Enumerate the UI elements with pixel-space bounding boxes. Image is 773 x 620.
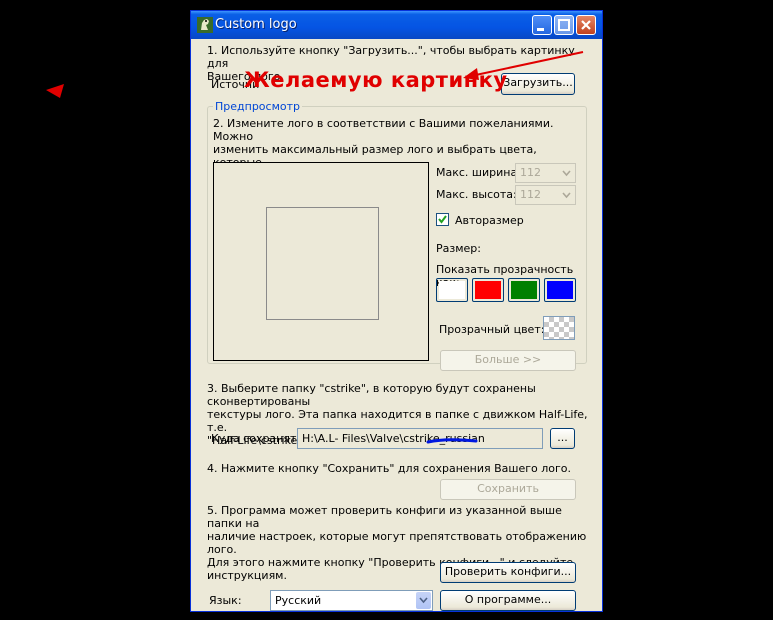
autosize-label: Авторазмер	[455, 214, 524, 227]
max-height-value: 112	[520, 188, 541, 201]
language-value: Русский	[275, 594, 322, 607]
size-label: Размер:	[436, 242, 481, 255]
preview-group-title: Предпросмотр	[213, 100, 302, 113]
annotation-arrow-icon	[463, 51, 584, 80]
logo-preview-area	[213, 162, 429, 361]
blue-scribble-annotation	[426, 438, 478, 444]
about-button[interactable]: О программе...	[440, 590, 576, 611]
max-width-select[interactable]: 112	[515, 163, 576, 183]
max-height-label: Макс. высота:	[436, 188, 517, 201]
transparent-color-checker-icon[interactable]	[543, 316, 575, 340]
swatch-fill	[439, 281, 465, 299]
save-path-field[interactable]: H:\A.L- Files\Valve\cstrike_russian	[297, 428, 543, 449]
more-button[interactable]: Больше >>	[440, 350, 576, 371]
transparency-swatch-blue[interactable]	[544, 278, 576, 302]
chevron-down-icon	[562, 192, 571, 199]
transparency-swatch-white[interactable]	[436, 278, 468, 302]
max-height-dropdown-arrow[interactable]	[559, 187, 574, 203]
max-width-label: Макс. ширина:	[436, 166, 521, 179]
max-width-value: 112	[520, 166, 541, 179]
maximize-icon	[558, 19, 570, 31]
check-configs-button[interactable]: Проверить конфиги...	[440, 562, 576, 583]
maximize-button[interactable]	[554, 15, 574, 35]
step4-instructions: 4. Нажмите кнопку "Сохранить" для сохран…	[207, 462, 571, 475]
transparency-swatch-red[interactable]	[472, 278, 504, 302]
save-button[interactable]: Сохранить	[440, 479, 576, 500]
max-height-select[interactable]: 112	[515, 185, 576, 205]
checkmark-icon	[438, 215, 447, 224]
chevron-down-icon	[419, 597, 428, 604]
max-width-dropdown-arrow[interactable]	[559, 165, 574, 181]
app-icon	[197, 17, 213, 33]
red-arrow-icon	[46, 84, 64, 98]
save-to-label: Куда сохранять:	[211, 432, 307, 445]
language-dropdown-arrow[interactable]	[416, 592, 431, 609]
minimize-icon	[537, 28, 544, 31]
close-icon	[581, 20, 591, 30]
close-button[interactable]	[576, 15, 596, 35]
browse-button[interactable]: ...	[550, 428, 575, 449]
language-label: Язык:	[209, 594, 242, 607]
transparent-color-label: Прозрачный цвет:	[439, 323, 545, 336]
swatch-fill	[547, 281, 573, 299]
language-select[interactable]: Русский	[270, 590, 433, 611]
minimize-button[interactable]	[532, 15, 552, 35]
chevron-down-icon	[562, 170, 571, 177]
logo-size-frame	[266, 207, 379, 320]
swatch-fill	[511, 281, 537, 299]
autosize-checkbox[interactable]	[436, 213, 449, 226]
transparency-swatch-green[interactable]	[508, 278, 540, 302]
custom-logo-window: Custom logo 1. Используйте кнопку "Загру…	[190, 10, 603, 612]
swatch-fill	[475, 281, 501, 299]
title-bar[interactable]: Custom logo	[191, 11, 602, 39]
window-title: Custom logo	[215, 17, 297, 32]
window-client-area: 1. Используйте кнопку "Загрузить...", чт…	[193, 39, 600, 611]
